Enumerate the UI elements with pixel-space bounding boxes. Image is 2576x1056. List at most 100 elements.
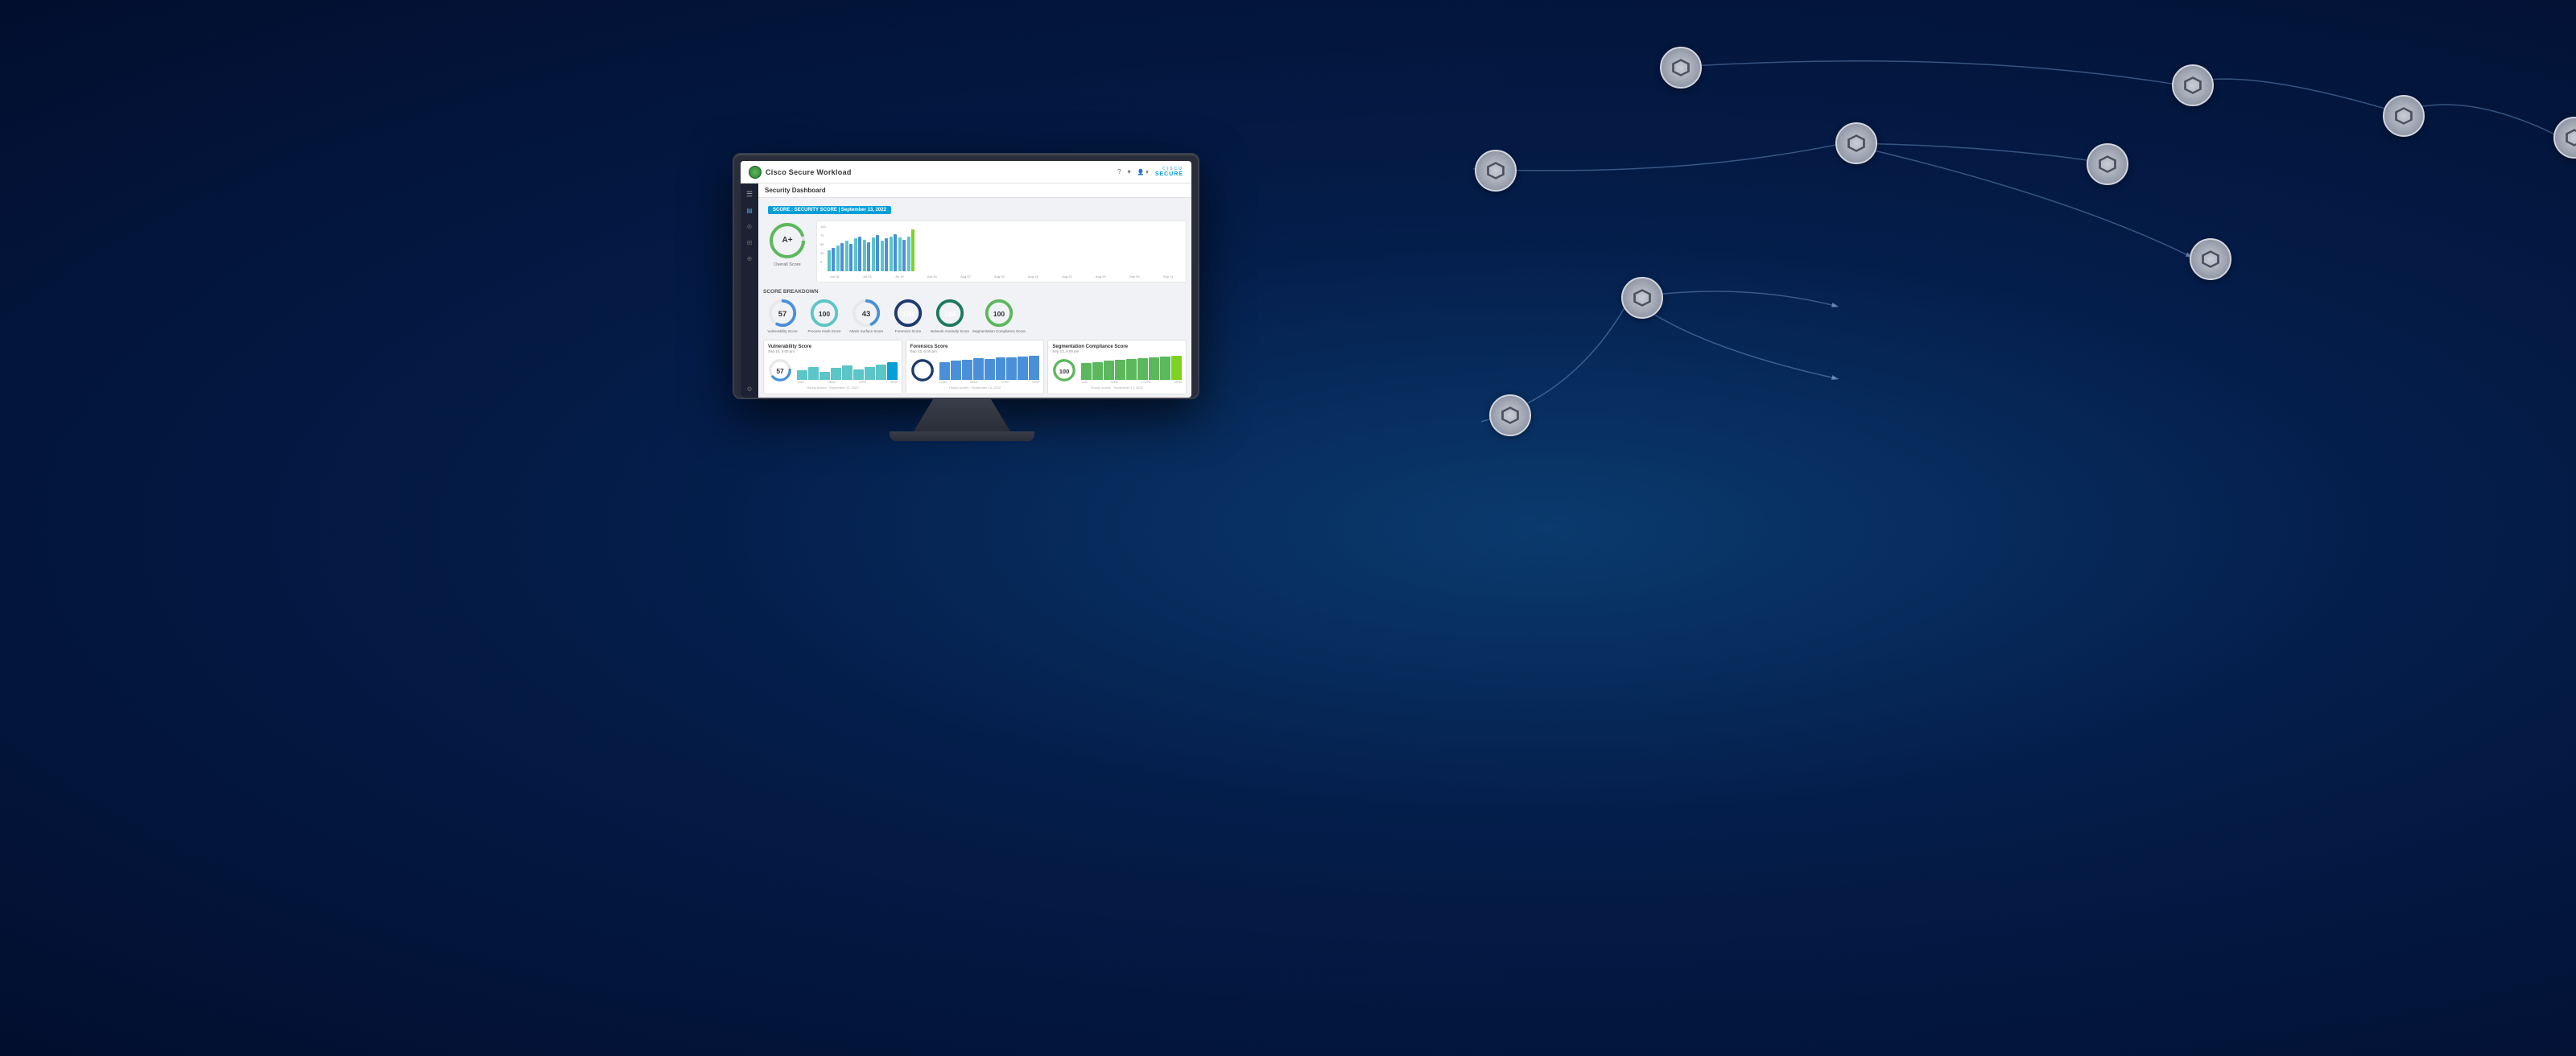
overall-score-label: Overall Score (774, 262, 800, 267)
svg-text:100: 100 (819, 310, 831, 318)
forensics-mini-bars (939, 356, 1040, 380)
forensics-hourly-label: Hourly scores · September 13, 2022 (910, 386, 1040, 390)
sidebar-settings-icon[interactable]: ⚙ (744, 383, 755, 394)
forensics-detail-card: Forensics Score Sep 13, 6:00 pm 100 (906, 340, 1045, 394)
forensics-score-item: 100 Forensics Score (889, 298, 927, 333)
app-logo: Cisco Secure Workload (749, 166, 852, 179)
svg-text:A+: A+ (782, 236, 792, 245)
header-right: ? ▾ 👤 ▾ cisco SECURE (1117, 167, 1183, 177)
app-title: Cisco Secure Workload (766, 168, 852, 176)
logo-icon (749, 166, 762, 179)
user-icon[interactable]: ▾ (1128, 168, 1131, 175)
network-anomaly-score-label: Network Anomaly Score (931, 329, 969, 333)
network-node-4 (2553, 117, 2576, 159)
app-body: ☰ ▤ ⊛ ⊞ ⊕ ⚙ Security Dashboard (741, 184, 1191, 398)
segmentation-compliance-score-label: Segmentation Compliance Score (972, 329, 1026, 333)
monitor-screen: Cisco Secure Workload ? ▾ 👤 ▾ cisco SECU… (741, 161, 1191, 398)
vulnerability-score-label: Vulnerability Score (767, 329, 797, 333)
monitor: Cisco Secure Workload ? ▾ 👤 ▾ cisco SECU… (733, 153, 1191, 441)
network-anomaly-score-item: 100 Network Anomaly Score (931, 298, 969, 333)
trend-chart: 100 75 50 25 0 (816, 221, 1187, 283)
bar-16 (894, 234, 897, 271)
svg-text:43: 43 (862, 310, 871, 319)
bar-8 (858, 237, 861, 272)
score-tab[interactable]: SCORE : SECURITY SCORE | September 13, 2… (768, 206, 891, 214)
sidebar-security-icon[interactable]: ⊛ (744, 221, 755, 232)
score-section: A+ Overall Score 100 75 50 (758, 217, 1191, 286)
bar-18 (902, 240, 906, 271)
attack-surface-score-item: 43 Attack Surface Score (847, 298, 886, 333)
svg-text:100: 100 (944, 310, 956, 318)
sidebar-workloads-icon[interactable]: ⊞ (744, 237, 755, 248)
forensics-card-date: Sep 13, 6:00 pm (910, 349, 1040, 353)
svg-text:57: 57 (778, 310, 787, 319)
segmentation-card-date: Sep 13, 6:00 pm (1052, 349, 1182, 353)
breakdown-section: SCORE BREAKDOWN 57 Vulnerability Score (758, 286, 1191, 336)
bar-4 (840, 243, 844, 271)
svg-text:57: 57 (776, 366, 784, 374)
segmentation-x-labels: 1AM 09AM 1:07PM 08PM (1081, 381, 1182, 384)
network-node-1 (1660, 47, 1702, 89)
svg-text:100: 100 (993, 310, 1005, 318)
forensics-score-label: Forensics Score (895, 329, 922, 333)
sidebar-dashboard-icon[interactable]: ▤ (744, 204, 755, 216)
network-background (0, 0, 2576, 1056)
network-node-8 (1621, 277, 1663, 319)
network-node-9 (2190, 238, 2231, 280)
network-node-6 (1835, 122, 1877, 164)
content-area: Security Dashboard SCORE : SECURITY SCOR… (758, 184, 1191, 398)
vulnerability-x-labels: 12AM 06AM 12PM 06PM (797, 381, 898, 384)
sidebar: ☰ ▤ ⊛ ⊞ ⊕ ⚙ (741, 184, 758, 398)
network-node-3 (2383, 95, 2425, 137)
cisco-secure-label: SECURE (1155, 171, 1183, 177)
detail-cards-row: Vulnerability Score Sep 13, 6:00 pm 57 (758, 336, 1191, 398)
bar-13 (881, 241, 884, 271)
segmentation-detail-card: Segmentation Compliance Score Sep 13, 6:… (1047, 340, 1187, 394)
breakdown-title: SCORE BREAKDOWN (763, 289, 1187, 295)
vulnerability-card-body: 57 (768, 356, 898, 384)
scores-row: 57 Vulnerability Score 100 (763, 298, 1187, 333)
app-header: Cisco Secure Workload ? ▾ 👤 ▾ cisco SECU… (741, 161, 1191, 184)
attack-surface-score-label: Attack Surface Score (849, 329, 883, 333)
bar-6 (849, 244, 852, 271)
vulnerability-mini-bars (797, 356, 898, 380)
bar-2 (832, 248, 835, 271)
sidebar-menu-icon[interactable]: ☰ (744, 188, 755, 200)
bar-19 (907, 237, 910, 271)
bar-3 (836, 245, 840, 271)
monitor-base (890, 431, 1034, 441)
process-hash-score-item: 100 Process Hash Score (805, 298, 844, 333)
bar-10 (867, 242, 870, 271)
vulnerability-detail-card: Vulnerability Score Sep 13, 6:00 pm 57 (763, 340, 902, 394)
vulnerability-card-date: Sep 13, 6:00 pm (768, 349, 898, 353)
network-node-10 (1489, 394, 1531, 436)
segmentation-compliance-score-item: 100 Segmentation Compliance Score (972, 298, 1026, 333)
bar-11 (872, 237, 875, 271)
overall-score-card: A+ Overall Score (763, 221, 811, 283)
chart-x-labels: Jun 08 Jul 13 Jul 19 Apr 26 Aug 02 Aug 0… (820, 274, 1183, 278)
segmentation-card-body: 100 (1052, 356, 1182, 384)
vulnerability-score-item: 57 Vulnerability Score (763, 298, 802, 333)
svg-text:100: 100 (902, 310, 914, 318)
bar-9 (863, 240, 866, 271)
bar-5 (845, 241, 848, 271)
forensics-x-labels: 12AM 06AM 12PM 06PM (939, 381, 1040, 384)
bar-20 (911, 229, 914, 271)
segmentation-hourly-label: Hourly scores · September 13, 2022 (1052, 386, 1182, 390)
section-header: Security Dashboard (758, 184, 1191, 198)
user-avatar[interactable]: 👤 ▾ (1137, 169, 1149, 175)
monitor-frame: Cisco Secure Workload ? ▾ 👤 ▾ cisco SECU… (733, 153, 1199, 399)
segmentation-mini-bars (1081, 356, 1182, 380)
monitor-stand (914, 399, 1010, 431)
dashboard-title: Security Dashboard (765, 187, 826, 194)
bar-12 (876, 235, 879, 271)
process-hash-score-label: Process Hash Score (807, 329, 840, 333)
forensics-card-body: 100 (910, 356, 1040, 384)
sidebar-users-icon[interactable]: ⊕ (744, 253, 755, 264)
network-node-5 (1475, 150, 1517, 192)
bar-17 (898, 237, 902, 271)
vulnerability-hourly-label: Hourly scores · September 13, 2022 (768, 386, 898, 390)
help-icon[interactable]: ? (1117, 168, 1121, 175)
network-node-7 (2087, 143, 2128, 185)
chart-y-labels: 100 75 50 25 0 (820, 225, 826, 273)
